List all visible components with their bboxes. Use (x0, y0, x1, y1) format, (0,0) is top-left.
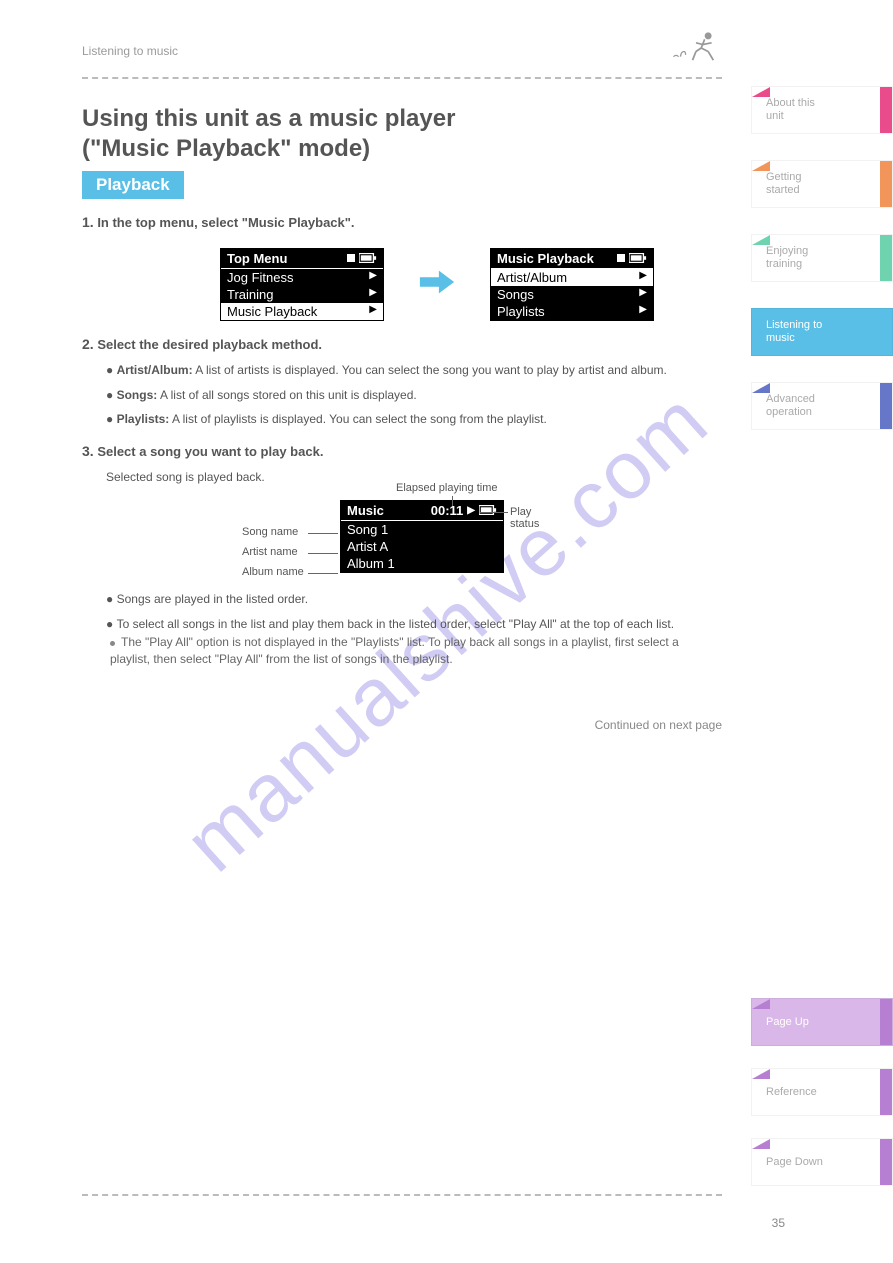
step-3-number: 3. (82, 443, 94, 459)
side-tabs-bottom: Page Up Reference Page Down (751, 998, 893, 1186)
ss-row-text: Training (227, 287, 273, 302)
step-3-note-1: ● Songs are played in the listed order. (106, 591, 722, 608)
side-tabs-top: About this unit Getting started Enjoying… (751, 86, 893, 430)
section-header: Listening to music (82, 44, 178, 58)
screenshot-music-playing: Song name Artist name Album name Elapsed… (340, 500, 540, 573)
step-3-note-2-sub: The "Play All" option is not displayed i… (110, 634, 722, 668)
chevron-right-icon: ▶ (369, 287, 377, 302)
screenshots-row: Top Menu Jog Fitness ▶ Training ▶ Music Pl… (220, 248, 722, 321)
ss-music-title: Music (347, 503, 384, 518)
tab-advanced-operation[interactable]: Advanced operation (751, 382, 893, 430)
step-2-bullet-3: ● Playlists: A list of playlists is disp… (106, 411, 722, 428)
page-title-line2: ("Music Playback" mode) (82, 135, 722, 163)
pointer-play-status: Play status (510, 506, 540, 530)
ss-music-album: Album 1 (347, 556, 395, 571)
step-2: 2. Select the desired playback method. (82, 335, 722, 354)
ss-music-artist: Artist A (347, 539, 388, 554)
screenshot-top-menu: Top Menu Jog Fitness ▶ Training ▶ Music Pl… (220, 248, 384, 321)
tab-enjoying-training[interactable]: Enjoying training (751, 234, 893, 282)
ss-row-text: Jog Fitness (227, 270, 293, 285)
step-3-note-2: ● To select all songs in the list and pl… (106, 616, 722, 633)
runner-icon (670, 30, 722, 71)
pointer-album-name: Album name (242, 566, 304, 578)
step-1: 1. In the top menu, select "Music Playba… (82, 213, 722, 232)
tab-about[interactable]: About this unit (751, 86, 893, 134)
battery-icon (347, 253, 377, 263)
screenshot-music-playback: Music Playback Artist/Album ▶ Songs ▶ Play… (490, 248, 654, 321)
step-2-bullet-2: ● Songs: A list of all songs stored on t… (106, 387, 722, 404)
ss-row-text: Songs (497, 287, 534, 302)
continued-label: Continued on next page (82, 718, 722, 732)
step-2-text: Select the desired playback method. (97, 337, 322, 352)
pointer-song-name: Song name (242, 526, 298, 538)
tab-page-up[interactable]: Page Up (751, 998, 893, 1046)
step-1-text: In the top menu, select "Music Playback"… (97, 215, 354, 230)
ss-row-text: Music Playback (227, 304, 317, 319)
main-content: Listening to music Using this unit as a … (82, 30, 722, 732)
page-title-line1: Using this unit as a music player (82, 105, 722, 133)
chevron-right-icon: ▶ (369, 304, 377, 319)
chevron-right-icon: ▶ (369, 270, 377, 285)
chevron-right-icon: ▶ (639, 270, 647, 285)
page-number: 35 (772, 1216, 785, 1230)
step-3-line1: Select a song you want to play back. (97, 444, 323, 459)
divider-top (82, 77, 722, 79)
ss-row-text: Artist/Album (497, 270, 567, 285)
step-1-number: 1. (82, 214, 94, 230)
tab-getting-started[interactable]: Getting started (751, 160, 893, 208)
chevron-right-icon: ▶ (639, 287, 647, 302)
ss-music-song: Song 1 (347, 522, 388, 537)
step-3: 3. Select a song you want to play back. (82, 442, 722, 461)
tab-reference[interactable]: Reference (751, 1068, 893, 1116)
ss-top-menu-title: Top Menu (227, 251, 287, 266)
divider-bottom (82, 1194, 722, 1196)
tab-listening-music[interactable]: Listening to music (751, 308, 893, 356)
step-2-bullet-1: ● Artist/Album: A list of artists is dis… (106, 362, 722, 379)
arrow-right-icon (418, 269, 456, 300)
ss-music-playback-title: Music Playback (497, 251, 594, 266)
pointer-artist-name: Artist name (242, 546, 298, 558)
ss-row-text: Playlists (497, 304, 545, 319)
play-icon: ▶ (467, 505, 475, 516)
section-label-playback: Playback (82, 171, 184, 199)
elapsed-time: 00:11 (431, 503, 464, 518)
tab-page-down[interactable]: Page Down (751, 1138, 893, 1186)
step-2-number: 2. (82, 336, 94, 352)
status-icons: 00:11 ▶ (431, 503, 497, 518)
battery-icon (617, 253, 647, 263)
pointer-elapsed: Elapsed playing time (396, 482, 498, 494)
chevron-right-icon: ▶ (639, 304, 647, 319)
